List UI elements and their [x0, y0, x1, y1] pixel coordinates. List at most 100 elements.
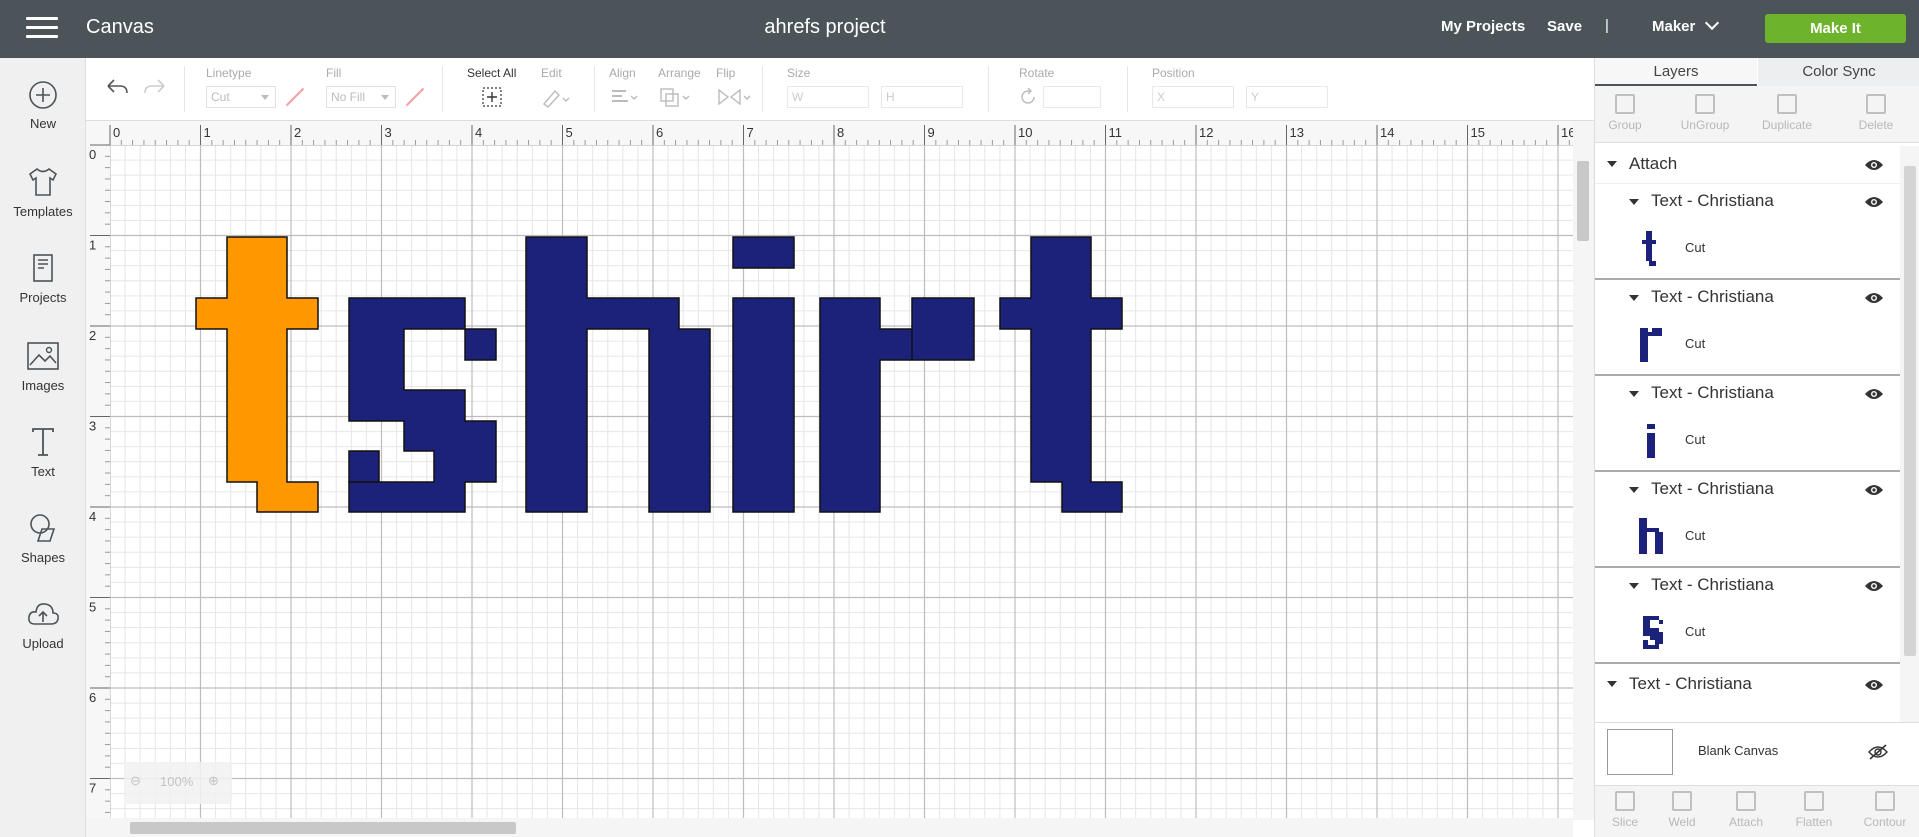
my-projects-link[interactable]: My Projects — [1441, 18, 1525, 35]
undo-icon[interactable] — [104, 76, 130, 98]
redo-icon[interactable] — [142, 76, 168, 98]
layer-operation: Cut — [1685, 528, 1706, 543]
layer-name: Text - Christiana — [1651, 287, 1774, 306]
layer-name: Text - Christiana — [1651, 383, 1774, 402]
caret-down-icon[interactable] — [1629, 391, 1639, 397]
tab-color-sync[interactable]: Color Sync — [1758, 58, 1919, 86]
linetype-color-icon[interactable] — [285, 87, 305, 107]
edit-group[interactable]: Edit — [541, 66, 571, 113]
ruler-label: 3 — [89, 419, 96, 434]
align-group[interactable]: Align — [609, 66, 639, 113]
make-it-button[interactable]: Make It — [1765, 14, 1906, 43]
slice-button[interactable]: Slice — [1595, 791, 1655, 829]
layer-item[interactable]: Text - Christiana Cut — [1595, 568, 1900, 664]
top-bar: Canvas ahrefs project My Projects Save |… — [0, 0, 1919, 58]
layers-scrollbar[interactable] — [1900, 146, 1919, 778]
vertical-scrollbar[interactable] — [1573, 121, 1594, 820]
sidebar-item-text[interactable]: Text — [0, 426, 86, 479]
save-link[interactable]: Save — [1547, 18, 1582, 35]
position-x-input[interactable]: X — [1152, 86, 1234, 108]
zoom-in-icon[interactable]: ⊕ — [208, 773, 219, 789]
zoom-out-icon[interactable]: ⊖ — [130, 773, 141, 789]
sidebar-item-new[interactable]: New — [0, 80, 86, 131]
slice-icon — [1615, 791, 1635, 811]
layer-name: Text - Christiana — [1651, 479, 1774, 498]
letter-i-dot[interactable] — [732, 236, 795, 269]
caret-down-icon[interactable] — [1629, 295, 1639, 301]
eye-hidden-icon[interactable] — [1867, 744, 1889, 760]
layer-item[interactable]: Text - Christiana Cut — [1595, 184, 1900, 280]
letter-h[interactable] — [525, 236, 711, 513]
flatten-button[interactable]: Flatten — [1784, 791, 1844, 829]
align-icon — [612, 90, 638, 102]
eye-icon[interactable] — [1864, 579, 1884, 593]
horizontal-scroll-thumb[interactable] — [130, 822, 516, 834]
letter-t-blue[interactable] — [999, 236, 1123, 513]
flip-group[interactable]: Flip — [716, 66, 752, 113]
machine-select[interactable]: Maker — [1652, 15, 1720, 35]
blank-canvas-row[interactable]: Blank Canvas — [1595, 722, 1919, 780]
ungroup-button[interactable]: UnGroup — [1675, 94, 1735, 132]
width-input[interactable]: W — [787, 86, 869, 108]
orange-t-left-square[interactable] — [348, 450, 380, 483]
eye-icon[interactable] — [1864, 291, 1884, 305]
sidebar-label-projects: Projects — [19, 290, 67, 305]
sidebar-item-shapes[interactable]: Shapes — [0, 512, 86, 565]
caret-down-icon[interactable] — [1629, 583, 1639, 589]
select-all-group[interactable]: Select All — [467, 66, 516, 113]
ruler-label: 10 — [1018, 125, 1032, 140]
design-text[interactable] — [195, 236, 1123, 513]
layer-group-attach[interactable]: Attach — [1595, 146, 1900, 184]
caret-down-icon[interactable] — [1607, 161, 1617, 167]
letter-r[interactable] — [819, 297, 975, 513]
eye-icon[interactable] — [1864, 483, 1884, 497]
contour-button[interactable]: Contour — [1855, 791, 1915, 829]
layer-item[interactable]: Text - Christiana Cut — [1595, 472, 1900, 568]
caret-down-icon[interactable] — [1629, 199, 1639, 205]
linetype-select[interactable]: Cut — [206, 86, 276, 108]
position-y-input[interactable]: Y — [1246, 86, 1328, 108]
ruler-label: 4 — [475, 125, 482, 140]
height-input[interactable]: H — [881, 86, 963, 108]
duplicate-button[interactable]: Duplicate — [1757, 94, 1817, 132]
group-button[interactable]: Group — [1595, 94, 1655, 132]
eye-icon[interactable] — [1864, 678, 1884, 692]
delete-button[interactable]: Delete — [1846, 94, 1906, 132]
sidebar-label-upload: Upload — [22, 636, 64, 651]
layer-item-last[interactable]: Text - Christiana — [1595, 666, 1900, 706]
vertical-scroll-thumb[interactable] — [1577, 161, 1589, 241]
ruler-label: 7 — [747, 125, 754, 140]
fill-select[interactable]: No Fill — [326, 86, 396, 108]
eye-icon[interactable] — [1864, 387, 1884, 401]
design-canvas[interactable]: 0 1 2 3 4 5 6 7 8 9 10 11 12 13 14 15 16 0 1 2 3 4 5 6 7 — [86, 121, 1573, 820]
layers-scroll-thumb[interactable] — [1904, 166, 1916, 656]
eye-icon[interactable] — [1864, 158, 1884, 172]
weld-label: Weld — [1668, 815, 1696, 829]
group-icon — [1615, 94, 1635, 114]
letter-i-stem[interactable] — [732, 297, 795, 513]
sidebar-item-templates[interactable]: Templates — [0, 166, 86, 219]
fill-label: Fill — [326, 66, 342, 80]
ruler-label: 6 — [656, 125, 663, 140]
layer-item[interactable]: Text - Christiana Cut — [1595, 280, 1900, 376]
layer-list: Attach Text - Christiana Cut Text - Chri… — [1595, 146, 1900, 778]
rotate-input[interactable] — [1043, 86, 1101, 108]
tab-layers[interactable]: Layers — [1595, 58, 1757, 86]
sidebar-item-upload[interactable]: Upload — [0, 598, 86, 651]
sidebar-item-projects[interactable]: Projects — [0, 252, 86, 305]
sidebar-item-images[interactable]: Images — [0, 340, 86, 393]
eye-icon[interactable] — [1864, 195, 1884, 209]
layer-item[interactable]: Text - Christiana Cut — [1595, 376, 1900, 472]
letter-t-orange[interactable] — [195, 236, 319, 513]
attach-button[interactable]: Attach — [1716, 791, 1776, 829]
horizontal-scrollbar[interactable] — [86, 818, 1573, 837]
toolbar-separator — [762, 66, 763, 112]
letter-s-accent[interactable] — [348, 450, 380, 483]
arrange-group[interactable]: Arrange — [658, 66, 701, 113]
weld-button[interactable]: Weld — [1652, 791, 1712, 829]
canvas-grid[interactable]: 0 1 2 3 4 5 6 7 8 9 10 11 12 13 14 15 1601234567 — [86, 121, 1573, 820]
caret-down-icon[interactable] — [1607, 681, 1617, 687]
blank-canvas-swatch[interactable] — [1607, 729, 1673, 775]
fill-color-icon[interactable] — [405, 87, 425, 107]
caret-down-icon[interactable] — [1629, 487, 1639, 493]
